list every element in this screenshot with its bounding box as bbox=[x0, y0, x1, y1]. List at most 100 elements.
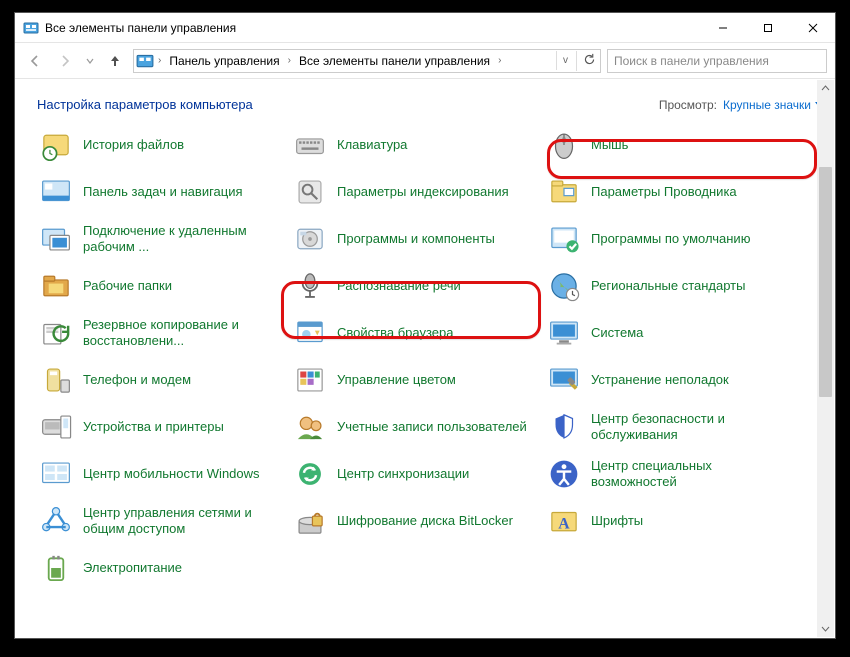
item-label: История файлов bbox=[83, 137, 184, 153]
history-icon bbox=[39, 128, 73, 162]
item-label: Центр управления сетями и общим доступом bbox=[83, 505, 278, 538]
explorer-icon bbox=[547, 175, 581, 209]
control-panel-item[interactable]: Центр безопасности и обслуживания bbox=[545, 404, 795, 450]
control-panel-item[interactable]: Учетные записи пользователей bbox=[291, 404, 541, 450]
chevron-down-icon[interactable]: v bbox=[556, 51, 574, 70]
address-bar[interactable]: › Панель управления › Все элементы панел… bbox=[133, 49, 601, 73]
workfolders-icon bbox=[39, 269, 73, 303]
region-icon bbox=[547, 269, 581, 303]
control-panel-item[interactable]: Резервное копирование и восстановлени... bbox=[37, 310, 287, 356]
control-panel-item[interactable]: Центр синхронизации bbox=[291, 451, 541, 497]
chevron-right-icon[interactable]: › bbox=[496, 55, 503, 66]
taskbar-icon bbox=[39, 175, 73, 209]
items-grid: История файлов Клавиатура Мышь Панель задач… bbox=[37, 122, 823, 591]
control-panel-item[interactable]: Телефон и модем bbox=[37, 357, 287, 403]
item-label: Устранение неполадок bbox=[591, 372, 729, 388]
control-panel-item[interactable]: Панель задач и навигация bbox=[37, 169, 287, 215]
mouse-icon bbox=[547, 128, 581, 162]
control-panel-item[interactable]: Подключение к удаленным рабочим ... bbox=[37, 216, 287, 262]
item-label: Программы по умолчанию bbox=[591, 231, 750, 247]
control-panel-item[interactable]: Программы и компоненты bbox=[291, 216, 541, 262]
view-switcher[interactable]: Просмотр: Крупные значки bbox=[659, 98, 823, 112]
control-panel-item[interactable]: Шифрование диска BitLocker bbox=[291, 498, 541, 544]
item-label: Панель задач и навигация bbox=[83, 184, 243, 200]
control-panel-item[interactable]: Свойства браузера bbox=[291, 310, 541, 356]
scroll-up-button[interactable] bbox=[817, 80, 834, 97]
back-button[interactable] bbox=[23, 49, 47, 73]
vertical-scrollbar[interactable] bbox=[817, 80, 834, 637]
close-button[interactable] bbox=[790, 13, 835, 42]
window-title: Все элементы панели управления bbox=[45, 21, 236, 35]
item-label: Шрифты bbox=[591, 513, 643, 529]
defaults-icon bbox=[547, 222, 581, 256]
view-mode-link[interactable]: Крупные значки bbox=[723, 98, 823, 112]
power-icon bbox=[39, 551, 73, 585]
control-panel-item[interactable]: Региональные стандарты bbox=[545, 263, 795, 309]
item-label: Рабочие папки bbox=[83, 278, 172, 294]
control-panel-item[interactable]: Рабочие папки bbox=[37, 263, 287, 309]
minimize-button[interactable] bbox=[700, 13, 745, 42]
item-label: Резервное копирование и восстановлени... bbox=[83, 317, 278, 350]
item-label: Шифрование диска BitLocker bbox=[337, 513, 513, 529]
control-panel-item[interactable]: История файлов bbox=[37, 122, 287, 168]
item-label: Мышь bbox=[591, 137, 628, 153]
control-panel-item[interactable]: Система bbox=[545, 310, 795, 356]
search-input[interactable] bbox=[607, 49, 827, 73]
item-label: Центр синхронизации bbox=[337, 466, 469, 482]
item-label: Центр специальных возможностей bbox=[591, 458, 786, 491]
control-panel-item[interactable]: Параметры Проводника bbox=[545, 169, 795, 215]
forward-button[interactable] bbox=[53, 49, 77, 73]
scroll-track[interactable] bbox=[817, 97, 834, 620]
users-icon bbox=[293, 410, 327, 444]
scroll-thumb[interactable] bbox=[819, 167, 832, 397]
system-icon bbox=[547, 316, 581, 350]
control-panel-item[interactable]: Управление цветом bbox=[291, 357, 541, 403]
breadcrumb-root[interactable]: Панель управления bbox=[165, 54, 283, 68]
keyboard-icon bbox=[293, 128, 327, 162]
item-label: Электропитание bbox=[83, 560, 182, 576]
control-panel-item[interactable]: Центр специальных возможностей bbox=[545, 451, 795, 497]
item-label: Клавиатура bbox=[337, 137, 407, 153]
control-panel-item[interactable]: Устранение неполадок bbox=[545, 357, 795, 403]
control-panel-item[interactable]: Центр управления сетями и общим доступом bbox=[37, 498, 287, 544]
item-label: Программы и компоненты bbox=[337, 231, 495, 247]
refresh-button[interactable] bbox=[576, 51, 598, 71]
item-label: Система bbox=[591, 325, 643, 341]
item-label: Телефон и модем bbox=[83, 372, 191, 388]
maximize-button[interactable] bbox=[745, 13, 790, 42]
view-label: Просмотр: bbox=[659, 98, 717, 112]
titlebar: Все элементы панели управления bbox=[15, 13, 835, 43]
scroll-down-button[interactable] bbox=[817, 620, 834, 637]
item-label: Свойства браузера bbox=[337, 325, 453, 341]
control-panel-item[interactable]: Мышь bbox=[545, 122, 795, 168]
control-panel-item[interactable]: Клавиатура bbox=[291, 122, 541, 168]
control-panel-item[interactable]: A Шрифты bbox=[545, 498, 795, 544]
control-panel-item[interactable]: Устройства и принтеры bbox=[37, 404, 287, 450]
item-label: Подключение к удаленным рабочим ... bbox=[83, 223, 278, 256]
up-button[interactable] bbox=[103, 49, 127, 73]
control-panel-icon bbox=[23, 20, 39, 36]
control-panel-item[interactable]: Программы по умолчанию bbox=[545, 216, 795, 262]
chevron-right-icon[interactable]: › bbox=[286, 55, 293, 66]
item-label: Учетные записи пользователей bbox=[337, 419, 527, 435]
sync-icon bbox=[293, 457, 327, 491]
control-panel-item[interactable]: Электропитание bbox=[37, 545, 287, 591]
recent-button[interactable] bbox=[83, 49, 97, 73]
speech-icon bbox=[293, 269, 327, 303]
navbar: › Панель управления › Все элементы панел… bbox=[15, 43, 835, 79]
bitlocker-icon bbox=[293, 504, 327, 538]
item-label: Параметры индексирования bbox=[337, 184, 509, 200]
mobility-icon bbox=[39, 457, 73, 491]
content-area: Настройка параметров компьютера Просмотр… bbox=[15, 79, 835, 638]
breadcrumb-current[interactable]: Все элементы панели управления bbox=[295, 54, 494, 68]
search-field[interactable] bbox=[614, 54, 820, 68]
item-label: Распознавание речи bbox=[337, 278, 461, 294]
svg-text:A: A bbox=[558, 515, 570, 532]
control-panel-item[interactable]: Параметры индексирования bbox=[291, 169, 541, 215]
chevron-right-icon[interactable]: › bbox=[156, 55, 163, 66]
control-panel-item[interactable]: Центр мобильности Windows bbox=[37, 451, 287, 497]
remote-icon bbox=[39, 222, 73, 256]
control-panel-item[interactable]: Распознавание речи bbox=[291, 263, 541, 309]
phone-icon bbox=[39, 363, 73, 397]
item-label: Региональные стандарты bbox=[591, 278, 745, 294]
